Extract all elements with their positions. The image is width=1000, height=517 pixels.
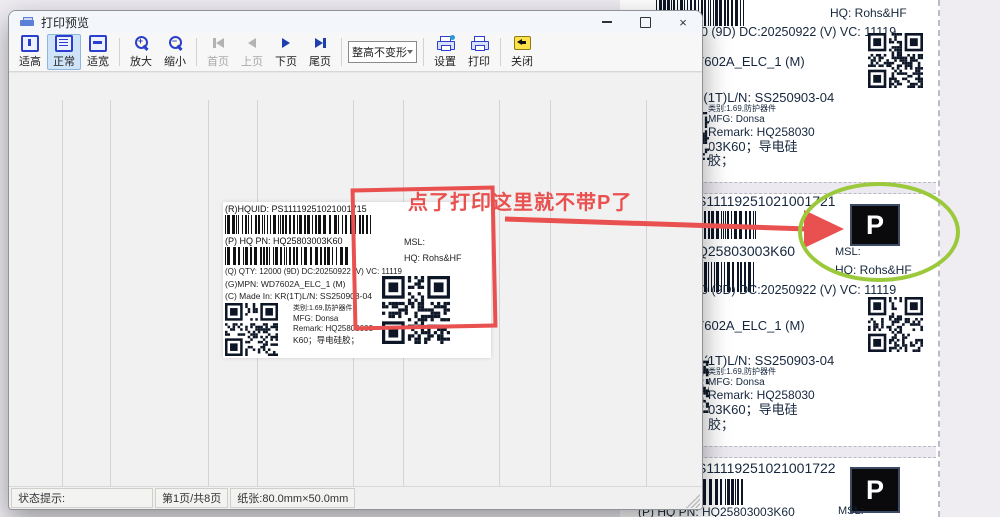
- label-lot: R(1T)L/N: SS250903-04: [694, 91, 834, 104]
- print-button[interactable]: 打印: [462, 34, 496, 70]
- fit-height-icon: [21, 35, 39, 51]
- label-uid: S11119251021001721: [697, 194, 836, 208]
- barcode-image: [225, 215, 371, 234]
- preview-category: 类别:1.69,防护器件: [293, 305, 353, 312]
- resize-grip[interactable]: [686, 494, 700, 508]
- toolbar-separator: [500, 38, 501, 66]
- preview-qty: (Q) QTY: 12000 (9D) DC:20250922 (V) VC: …: [225, 268, 402, 276]
- preview-hquid: (R)HQUID: PS11119251021001715: [225, 205, 367, 214]
- label-mpn: 7602A_ELC_1 (M): [697, 319, 805, 332]
- first-page-icon: [213, 35, 224, 51]
- barcode-image: [700, 211, 756, 239]
- page-guide-line: [208, 100, 209, 486]
- printer-icon: [19, 16, 35, 28]
- p-marking-badge: P: [850, 204, 900, 246]
- qr-code-image: [868, 33, 923, 88]
- print-icon: [471, 35, 488, 51]
- maximize-button[interactable]: [626, 11, 664, 33]
- page-guide-line: [499, 100, 500, 486]
- settings-button[interactable]: 设置: [428, 34, 462, 70]
- zoom-in-icon: +: [133, 35, 149, 51]
- minimize-icon: [602, 21, 612, 23]
- label-pn: Q25803003K60: [697, 244, 795, 258]
- fit-height-button[interactable]: 适高: [13, 34, 47, 70]
- zoom-out-button[interactable]: − 缩小: [158, 34, 192, 70]
- label-rohs: HQ: Rohs&HF: [830, 7, 907, 19]
- zoom-in-button[interactable]: + 放大: [124, 34, 158, 70]
- label-qty-dc: 00 (9D) DC:20250922 (V) VC: 11119: [694, 284, 896, 297]
- toolbar-separator: [341, 38, 342, 66]
- exit-icon: [514, 35, 531, 51]
- status-page-indicator: 第1页/共8页: [155, 488, 228, 508]
- settings-printer-icon: [437, 35, 454, 51]
- minimize-button[interactable]: [588, 11, 626, 33]
- status-bar: 状态提示: 第1页/共8页 纸张:80.0mm×50.0mm: [9, 486, 702, 509]
- last-page-icon: [315, 35, 326, 51]
- label-msl: MSL:: [835, 247, 861, 258]
- qr-code-image: [868, 297, 923, 352]
- scale-mode-dropdown[interactable]: 整高不变形: [348, 41, 417, 63]
- prev-page-icon: [248, 35, 256, 51]
- toolbar: 适高 正常 适宽 + 放大 − 缩小 首页 上页 下页: [9, 33, 702, 72]
- label-category: 类别:1.69,防护器件: [708, 105, 776, 113]
- prev-page-button[interactable]: 上页: [235, 34, 269, 70]
- status-paper-size: 纸张:80.0mm×50.0mm: [230, 488, 355, 508]
- label-remark: 胶；: [708, 154, 734, 167]
- label-rohs: HQ: Rohs&HF: [835, 264, 912, 276]
- fit-width-icon: [89, 35, 107, 51]
- maximize-icon: [640, 17, 651, 28]
- preview-made-in: (C) Made In: KR(1T)L/N: SS250903-04: [225, 292, 372, 301]
- print-preview-window: 打印预览 × 适高 正常 适宽 + 放大 − 缩小: [8, 10, 703, 510]
- toolbar-separator: [423, 38, 424, 66]
- preview-label-page: (R)HQUID: PS11119251021001715 (P) HQ PN:…: [223, 202, 491, 358]
- preview-canvas[interactable]: (R)HQUID: PS11119251021001715 (P) HQ PN:…: [9, 72, 702, 486]
- page-guide-line: [62, 100, 63, 486]
- status-hint: 状态提示:: [11, 488, 153, 508]
- page-guide-line: [110, 100, 111, 486]
- screen: { "window": { "title": "打印预览", "controls…: [0, 0, 1000, 517]
- label-lot: R(1T)L/N: SS250903-04: [694, 354, 834, 367]
- label-category: 类别:1.69,防护器件: [708, 368, 776, 376]
- preview-msl: MSL:: [404, 238, 425, 247]
- preview-mpn: (G)MPN: WD7602A_ELC_1 (M): [225, 280, 345, 289]
- preview-rohs: HQ: Rohs&HF: [404, 254, 462, 263]
- normal-view-icon: [55, 35, 73, 51]
- chevron-down-icon: [407, 50, 413, 54]
- close-button[interactable]: ×: [664, 11, 702, 33]
- qr-code-image: [382, 276, 450, 344]
- toolbar-separator: [196, 38, 197, 66]
- window-titlebar[interactable]: 打印预览 ×: [9, 11, 702, 33]
- last-page-button[interactable]: 尾页: [303, 34, 337, 70]
- barcode-image: [700, 479, 744, 505]
- page-guide-line: [550, 100, 551, 486]
- label-mfg: MFG: Donsa: [708, 115, 765, 125]
- window-title: 打印预览: [41, 14, 89, 31]
- preview-remark: K60；导电硅胶；: [293, 336, 359, 345]
- normal-view-button[interactable]: 正常: [47, 34, 81, 70]
- preview-mfg: MFG: Donsa: [293, 315, 338, 323]
- close-preview-button[interactable]: 关闭: [505, 34, 539, 70]
- label-msl: MSL:: [838, 506, 864, 517]
- label-remark: Remark: HQ258030: [708, 126, 815, 138]
- label-remark: Remark: HQ258030: [708, 389, 815, 401]
- barcode-image: [225, 247, 351, 265]
- label-remark: 胶；: [708, 418, 734, 431]
- label-qty-dc: 00 (9D) DC:20250922 (V) VC: 11119: [694, 26, 896, 39]
- page-guide-line: [646, 100, 647, 486]
- preview-remark: Remark: HQ25803003: [293, 325, 373, 333]
- next-page-icon: [282, 35, 290, 51]
- scale-mode-value: 整高不变形: [352, 44, 407, 60]
- fit-width-button[interactable]: 适宽: [81, 34, 115, 70]
- label-remark: 03K60；导电硅: [708, 403, 798, 416]
- label-mfg: MFG: Donsa: [708, 378, 765, 388]
- qr-code-image: [225, 303, 278, 356]
- preview-pn: (P) HQ PN: HQ25803003K60: [225, 237, 343, 246]
- label-remark: 03K60；导电硅: [708, 140, 798, 153]
- toolbar-separator: [119, 38, 120, 66]
- label-mpn: 7602A_ELC_1 (M): [697, 55, 805, 68]
- next-page-button[interactable]: 下页: [269, 34, 303, 70]
- first-page-button[interactable]: 首页: [201, 34, 235, 70]
- zoom-out-icon: −: [167, 35, 183, 51]
- label-uid: S11119251021001722: [697, 461, 836, 475]
